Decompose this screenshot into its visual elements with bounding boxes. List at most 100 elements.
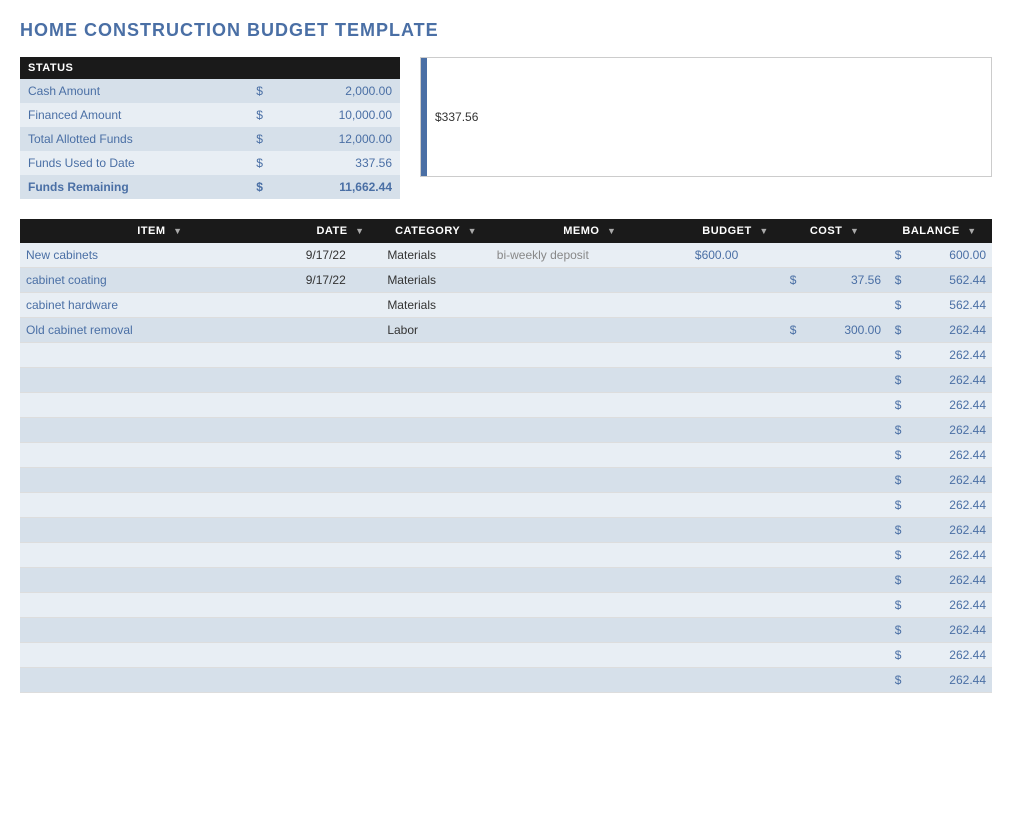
empty-item[interactable]: [20, 593, 300, 618]
status-label-2: Total Allotted Funds: [20, 127, 248, 151]
empty-item[interactable]: [20, 643, 300, 668]
empty-item[interactable]: [20, 443, 300, 468]
cell-budget: [689, 268, 782, 293]
empty-date: [300, 593, 382, 618]
col-header-item[interactable]: ITEM ▼: [20, 219, 300, 243]
empty-item[interactable]: [20, 568, 300, 593]
balance-dropdown-icon[interactable]: ▼: [967, 226, 976, 236]
cell-balance: $ 262.44: [887, 318, 992, 343]
empty-item[interactable]: [20, 493, 300, 518]
empty-memo: [491, 668, 689, 693]
empty-budget: [689, 668, 782, 693]
empty-item[interactable]: [20, 393, 300, 418]
item-dropdown-icon[interactable]: ▼: [173, 226, 182, 236]
empty-budget: [689, 368, 782, 393]
status-table: STATUS Cash Amount $ 2,000.00 Financed A…: [20, 57, 400, 199]
empty-memo: [491, 418, 689, 443]
empty-balance: $ 262.44: [887, 368, 992, 393]
date-dropdown-icon[interactable]: ▼: [355, 226, 364, 236]
empty-balance: $ 262.44: [887, 593, 992, 618]
empty-item[interactable]: [20, 468, 300, 493]
empty-row: $ 262.44: [20, 493, 992, 518]
empty-cost: [782, 443, 887, 468]
empty-memo: [491, 343, 689, 368]
status-dollar-0: $: [248, 79, 271, 103]
empty-budget: [689, 393, 782, 418]
status-amount-0: 2,000.00: [271, 79, 400, 103]
cell-balance: $ 562.44: [887, 293, 992, 318]
status-amount-3: 337.56: [271, 151, 400, 175]
cell-category: Materials: [381, 243, 490, 268]
empty-item[interactable]: [20, 618, 300, 643]
cell-category: Materials: [381, 293, 490, 318]
chart-area: $337.56: [420, 57, 992, 177]
empty-item[interactable]: [20, 418, 300, 443]
empty-balance: $ 262.44: [887, 543, 992, 568]
empty-memo: [491, 643, 689, 668]
empty-row: $ 262.44: [20, 643, 992, 668]
empty-category: [381, 468, 490, 493]
memo-dropdown-icon[interactable]: ▼: [607, 226, 616, 236]
empty-memo: [491, 618, 689, 643]
empty-row: $ 262.44: [20, 343, 992, 368]
budget-dropdown-icon[interactable]: ▼: [759, 226, 768, 236]
cost-dollar: $: [788, 323, 798, 337]
col-header-budget[interactable]: BUDGET ▼: [689, 219, 782, 243]
cost-dollar: $: [788, 273, 798, 287]
status-amount-1: 10,000.00: [271, 103, 400, 127]
cell-category: Labor: [381, 318, 490, 343]
cell-memo: bi-weekly deposit: [491, 243, 689, 268]
col-header-date[interactable]: DATE ▼: [300, 219, 382, 243]
cell-category: Materials: [381, 268, 490, 293]
empty-balance: $ 262.44: [887, 343, 992, 368]
cell-budget: $600.00: [689, 243, 782, 268]
empty-cost: [782, 343, 887, 368]
cost-dropdown-icon[interactable]: ▼: [850, 226, 859, 236]
cell-item[interactable]: New cabinets: [20, 243, 300, 268]
empty-item[interactable]: [20, 543, 300, 568]
empty-cost: [782, 368, 887, 393]
cell-item[interactable]: cabinet hardware: [20, 293, 300, 318]
col-header-category[interactable]: CATEGORY ▼: [381, 219, 490, 243]
empty-category: [381, 418, 490, 443]
empty-row: $ 262.44: [20, 468, 992, 493]
empty-memo: [491, 368, 689, 393]
empty-row: $ 262.44: [20, 393, 992, 418]
empty-item[interactable]: [20, 518, 300, 543]
empty-category: [381, 343, 490, 368]
empty-memo: [491, 468, 689, 493]
empty-row: $ 262.44: [20, 668, 992, 693]
empty-budget: [689, 618, 782, 643]
empty-date: [300, 468, 382, 493]
status-header: STATUS: [20, 57, 400, 79]
empty-category: [381, 643, 490, 668]
table-row: cabinet coating 9/17/22 Materials $37.56…: [20, 268, 992, 293]
cell-balance: $ 562.44: [887, 268, 992, 293]
col-header-memo[interactable]: MEMO ▼: [491, 219, 689, 243]
cell-item[interactable]: Old cabinet removal: [20, 318, 300, 343]
empty-memo: [491, 518, 689, 543]
empty-cost: [782, 643, 887, 668]
empty-cost: [782, 568, 887, 593]
col-header-balance[interactable]: BALANCE ▼: [887, 219, 992, 243]
category-dropdown-icon[interactable]: ▼: [468, 226, 477, 236]
empty-row: $ 262.44: [20, 443, 992, 468]
empty-date: [300, 568, 382, 593]
empty-category: [381, 593, 490, 618]
empty-cost: [782, 418, 887, 443]
empty-item[interactable]: [20, 343, 300, 368]
empty-item[interactable]: [20, 368, 300, 393]
cell-item[interactable]: cabinet coating: [20, 268, 300, 293]
empty-date: [300, 618, 382, 643]
empty-balance: $ 262.44: [887, 518, 992, 543]
cell-memo: [491, 268, 689, 293]
empty-memo: [491, 568, 689, 593]
empty-cost: [782, 468, 887, 493]
table-row: cabinet hardware Materials $ 562.44: [20, 293, 992, 318]
cell-date: 9/17/22: [300, 243, 382, 268]
empty-cost: [782, 618, 887, 643]
col-header-cost[interactable]: COST ▼: [782, 219, 887, 243]
empty-category: [381, 518, 490, 543]
empty-balance: $ 262.44: [887, 418, 992, 443]
empty-item[interactable]: [20, 668, 300, 693]
